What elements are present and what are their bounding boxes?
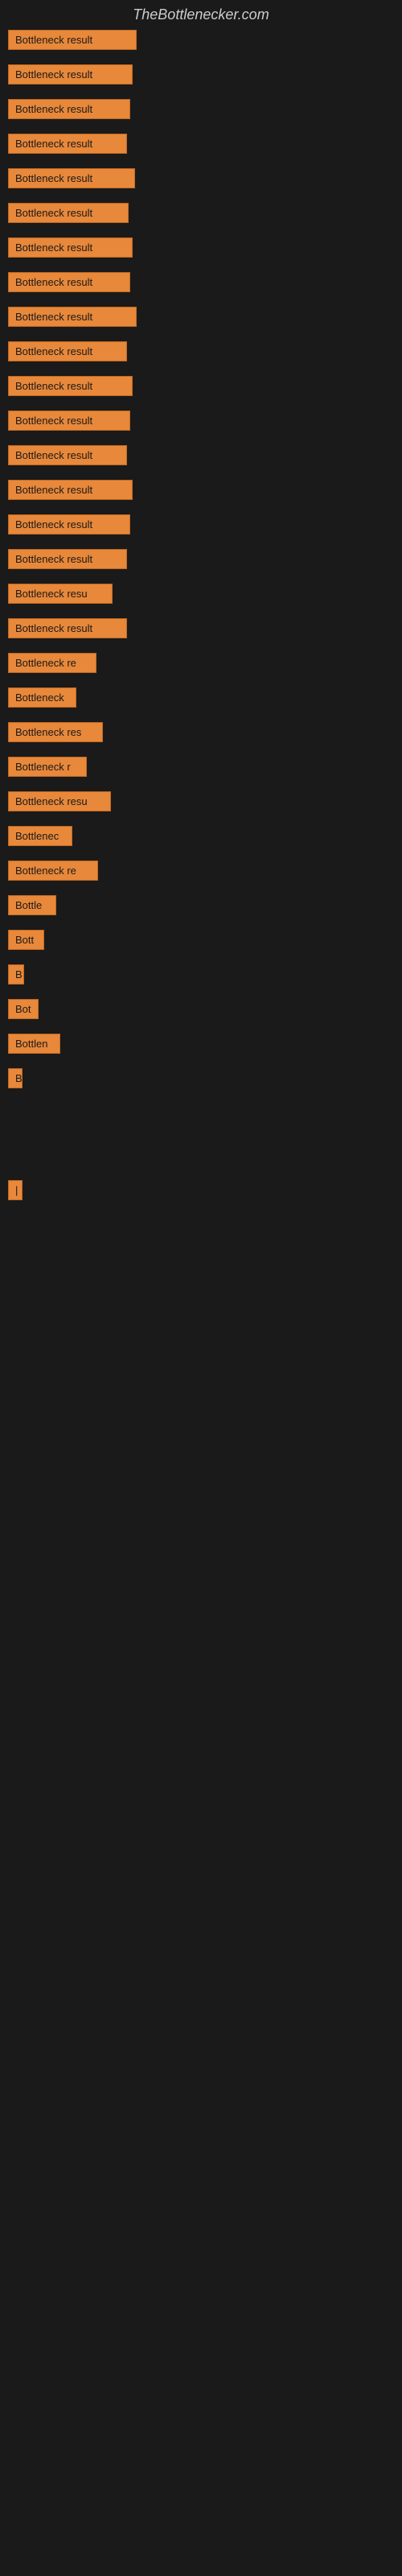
bottleneck-item xyxy=(8,1292,394,1316)
bottleneck-bar: Bottleneck result xyxy=(8,99,130,119)
bottleneck-bar: Bottlen xyxy=(8,1034,60,1054)
bottleneck-item: Bottlenec xyxy=(8,826,394,846)
bottleneck-item: Bottleneck re xyxy=(8,861,394,881)
bottleneck-bar: Bottleneck result xyxy=(8,480,133,500)
site-title: TheBottlenecker.com xyxy=(0,0,402,30)
bottleneck-item xyxy=(8,1103,394,1127)
bottleneck-bar: Bottleneck resu xyxy=(8,791,111,811)
bottleneck-item xyxy=(8,1215,394,1239)
bottleneck-item: Bottleneck result xyxy=(8,203,394,223)
bottleneck-item: Bottleneck result xyxy=(8,376,394,396)
bottleneck-bar: Bottleneck result xyxy=(8,376,133,396)
bottleneck-bar: Bottleneck result xyxy=(8,237,133,258)
bottleneck-item xyxy=(8,1141,394,1166)
bottleneck-bar: Bottleneck result xyxy=(8,307,137,327)
bottleneck-bar: Bottleneck xyxy=(8,687,76,708)
bottleneck-bar: Bottleneck res xyxy=(8,722,103,742)
bottleneck-item: Bottleneck result xyxy=(8,134,394,154)
bottleneck-bar: Bottleneck re xyxy=(8,653,96,673)
bottleneck-bar: Bottle xyxy=(8,895,56,915)
bottleneck-item: Bottleneck re xyxy=(8,653,394,673)
bottleneck-item: Bottleneck xyxy=(8,687,394,708)
bottleneck-item: Bottleneck result xyxy=(8,341,394,361)
bottleneck-item: Bottleneck result xyxy=(8,64,394,85)
bottleneck-item: Bottleneck result xyxy=(8,618,394,638)
bottleneck-item: Bot xyxy=(8,999,394,1019)
items-container: Bottleneck result Bottleneck result Bottle… xyxy=(0,30,402,1316)
bottleneck-item: Bottleneck result xyxy=(8,99,394,119)
bottleneck-bar: Bottlenec xyxy=(8,826,72,846)
bottleneck-item: Bottleneck result xyxy=(8,411,394,431)
bottleneck-item: Bottleneck resu xyxy=(8,584,394,604)
bottleneck-item: Bottlen xyxy=(8,1034,394,1054)
bottleneck-bar: | xyxy=(8,1180,23,1200)
bottleneck-item: Bottle xyxy=(8,895,394,915)
bottleneck-item: Bottleneck result xyxy=(8,307,394,327)
bottleneck-bar: Bottleneck result xyxy=(8,30,137,50)
bottleneck-item: Bottleneck res xyxy=(8,722,394,742)
bottleneck-bar: B xyxy=(8,1068,23,1088)
bottleneck-bar: Bottleneck result xyxy=(8,341,127,361)
bottleneck-bar: Bottleneck re xyxy=(8,861,98,881)
bottleneck-bar: Bottleneck result xyxy=(8,549,127,569)
bottleneck-item: Bottleneck result xyxy=(8,445,394,465)
bottleneck-bar: Bottleneck r xyxy=(8,757,87,777)
bottleneck-item: Bottleneck result xyxy=(8,480,394,500)
bottleneck-bar: Bottleneck result xyxy=(8,411,130,431)
bottleneck-bar: Bottleneck resu xyxy=(8,584,113,604)
bottleneck-bar: Bottleneck result xyxy=(8,203,129,223)
bottleneck-bar: Bottleneck result xyxy=(8,64,133,85)
bottleneck-item xyxy=(8,1253,394,1278)
site-title-container: TheBottlenecker.com xyxy=(0,0,402,30)
bottleneck-item: Bottleneck result xyxy=(8,272,394,292)
bottleneck-item: B xyxy=(8,1068,394,1088)
bottleneck-bar: Bot xyxy=(8,999,39,1019)
bottleneck-item: Bottleneck result xyxy=(8,549,394,569)
bottleneck-bar: Bottleneck result xyxy=(8,514,130,535)
bottleneck-item: Bottleneck result xyxy=(8,237,394,258)
bottleneck-bar: Bottleneck result xyxy=(8,168,135,188)
bottleneck-bar: Bottleneck result xyxy=(8,445,127,465)
bottleneck-bar: B xyxy=(8,964,24,985)
bottleneck-item: Bottleneck result xyxy=(8,168,394,188)
bottleneck-item: Bottleneck resu xyxy=(8,791,394,811)
bottleneck-item: B xyxy=(8,964,394,985)
bottleneck-bar: Bottleneck result xyxy=(8,134,127,154)
bottleneck-bar: Bott xyxy=(8,930,44,950)
bottleneck-item: Bottleneck r xyxy=(8,757,394,777)
bottleneck-item: Bottleneck result xyxy=(8,514,394,535)
bottleneck-bar: Bottleneck result xyxy=(8,618,127,638)
bottleneck-item: Bott xyxy=(8,930,394,950)
bottleneck-bar: Bottleneck result xyxy=(8,272,130,292)
bottleneck-item: Bottleneck result xyxy=(8,30,394,50)
bottleneck-item: | xyxy=(8,1180,394,1200)
